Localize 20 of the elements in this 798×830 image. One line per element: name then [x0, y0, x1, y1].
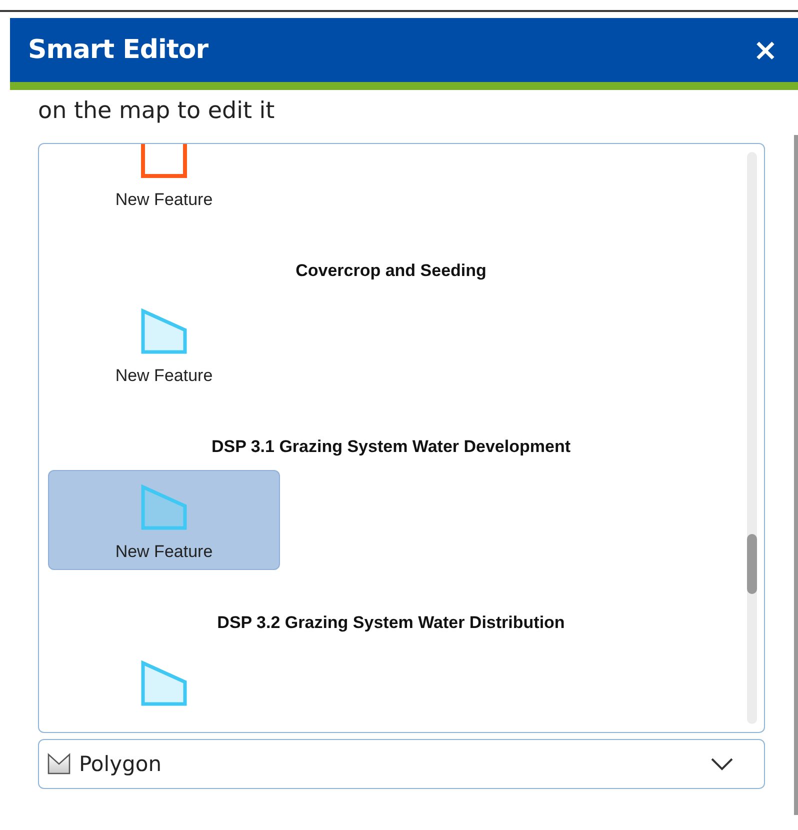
layer-heading: DSP 3.1 Grazing System Water Development	[210, 436, 572, 458]
chevron-down-icon	[710, 757, 734, 771]
polygon-icon	[139, 308, 189, 356]
template-label: New Feature	[115, 190, 213, 210]
template-label: New Feature	[115, 366, 213, 386]
geometry-dropdown[interactable]: Polygon	[38, 739, 765, 789]
polygon-icon	[139, 144, 189, 180]
template-label: New Feature	[115, 542, 213, 562]
layer-heading: Covercrop and Seeding	[294, 260, 488, 282]
instruction-text: on the map to edit it	[38, 97, 276, 126]
layer-heading: DSP 3.2 Grazing System Water Distribution	[216, 612, 566, 634]
polygon-icon	[139, 660, 189, 708]
polygon-icon	[47, 753, 71, 775]
feature-template[interactable]: New Feature	[48, 294, 280, 394]
feature-template[interactable]: New Feature	[48, 144, 280, 218]
panel-title: Smart Editor	[28, 35, 208, 65]
scrollbar[interactable]	[747, 152, 757, 724]
polygon-icon	[139, 484, 189, 532]
close-button[interactable]: ×	[748, 32, 782, 68]
feature-template[interactable]: New Feature	[48, 470, 280, 570]
